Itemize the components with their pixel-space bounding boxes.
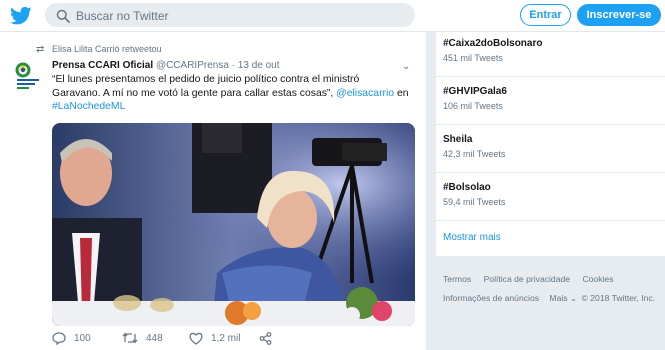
divider: [436, 124, 665, 125]
like-count: 1,2 mil: [211, 333, 241, 344]
privacy-link[interactable]: Política de privacidade: [484, 274, 570, 284]
heart-icon: [189, 332, 203, 345]
trend-item[interactable]: Sheila 42,3 mil Tweets: [443, 134, 505, 159]
like-action[interactable]: 1,2 mil: [189, 332, 240, 345]
hashtag-link[interactable]: #LaNochedeML: [52, 101, 125, 112]
terms-link[interactable]: Termos: [443, 274, 471, 284]
trend-name: #GHVIPGala6: [443, 86, 507, 97]
author-name[interactable]: Prensa CCARI Oficial: [52, 60, 153, 71]
ads-info-link[interactable]: Informações de anúncios: [443, 293, 539, 303]
author-avatar[interactable]: [14, 60, 44, 94]
tweet-text: “El lunes presentamos el pedido de juici…: [52, 73, 417, 114]
copyright: © 2018 Twitter, Inc.: [581, 293, 656, 303]
reply-icon: [52, 332, 66, 345]
share-action[interactable]: [259, 332, 280, 345]
search-icon: [56, 9, 70, 23]
divider: [436, 76, 665, 77]
mention-link[interactable]: @elisacarrio: [336, 88, 394, 99]
retweet-action[interactable]: 448: [122, 332, 163, 344]
trend-count: 59,4 mil Tweets: [443, 197, 506, 207]
share-icon: [259, 332, 272, 345]
trend-count: 451 mil Tweets: [443, 53, 503, 63]
more-menu[interactable]: Mais ⌄: [549, 293, 577, 303]
tweet-date[interactable]: 13 de out: [238, 60, 280, 71]
retweet-context[interactable]: ⇄ Elisa Lilita Carrió retweetou: [36, 44, 162, 55]
trend-item[interactable]: #Bolsolao 59,4 mil Tweets: [443, 182, 505, 207]
trend-count: 42,3 mil Tweets: [443, 149, 506, 159]
divider: [436, 220, 665, 221]
trend-item[interactable]: #Caixa2doBolsonaro 451 mil Tweets: [443, 38, 542, 63]
author-handle[interactable]: @CCARIPrensa: [156, 60, 229, 71]
trend-count: 106 mil Tweets: [443, 101, 503, 111]
reply-action[interactable]: 100: [52, 332, 91, 345]
retweet-icon: [122, 332, 138, 344]
cookies-link[interactable]: Cookies: [582, 274, 613, 284]
trend-item[interactable]: #GHVIPGala6 106 mil Tweets: [443, 86, 507, 111]
footer: Termos Política de privacidade Cookies I…: [443, 274, 665, 304]
trend-name: #Bolsolao: [443, 182, 491, 193]
divider: [436, 172, 665, 173]
twitter-bird-icon[interactable]: [10, 6, 32, 26]
retweet-count: 448: [146, 332, 163, 344]
search-input[interactable]: [76, 7, 396, 24]
reply-count: 100: [74, 333, 91, 344]
signup-button[interactable]: Inscrever-se: [577, 4, 661, 26]
retweet-context-label: Elisa Lilita Carrió retweetou: [52, 44, 162, 54]
search-box[interactable]: [45, 3, 415, 27]
trend-name: Sheila: [443, 134, 473, 145]
tweet-header: Prensa CCARI Oficial @CCARIPrensa · 13 d…: [52, 60, 280, 71]
header-separator: ·: [231, 60, 236, 71]
tweet-text-line2: Garavano. A mí no me votó la gente para …: [52, 87, 337, 99]
login-button[interactable]: Entrar: [520, 4, 571, 26]
tweet-actions: 100 448 1,2 mil: [52, 332, 392, 346]
tweet-text-en: en: [394, 87, 409, 99]
tweet-photo[interactable]: [52, 123, 415, 326]
top-bar: Entrar Inscrever-se: [0, 0, 665, 32]
retweet-context-icon: ⇄: [36, 44, 45, 55]
tweet-text-line1: “El lunes presentamos el pedido de juici…: [52, 74, 360, 85]
trend-name: #Caixa2doBolsonaro: [443, 38, 543, 49]
show-more-link[interactable]: Mostrar mais: [443, 232, 501, 243]
tweet-menu-chevron-icon[interactable]: ⌄: [402, 61, 410, 72]
timeline: ⇄ Elisa Lilita Carrió retweetou Prensa CC…: [0, 32, 427, 350]
trends-panel: #Caixa2doBolsonaro 451 mil Tweets #GHVIP…: [436, 32, 665, 256]
